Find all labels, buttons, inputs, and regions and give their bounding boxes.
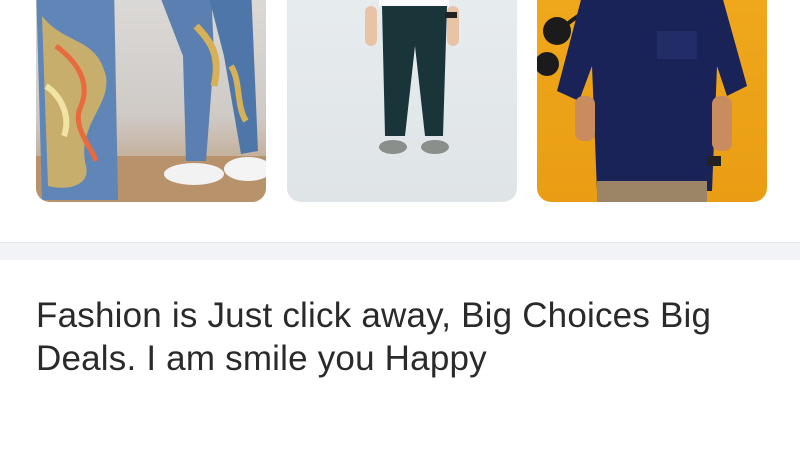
product-card-dark-chinos[interactable] bbox=[287, 0, 517, 202]
product-card-dragon-jeans[interactable] bbox=[36, 0, 266, 202]
section-divider bbox=[0, 242, 800, 260]
post-text: Fashion is Just click away, Big Choices … bbox=[36, 296, 712, 378]
product-card-navy-shirt[interactable] bbox=[537, 0, 767, 202]
dragon-jeans-image bbox=[36, 0, 266, 202]
product-image-row bbox=[0, 0, 800, 242]
navy-shirt-image bbox=[537, 0, 747, 202]
dark-chinos-image bbox=[365, 0, 459, 154]
